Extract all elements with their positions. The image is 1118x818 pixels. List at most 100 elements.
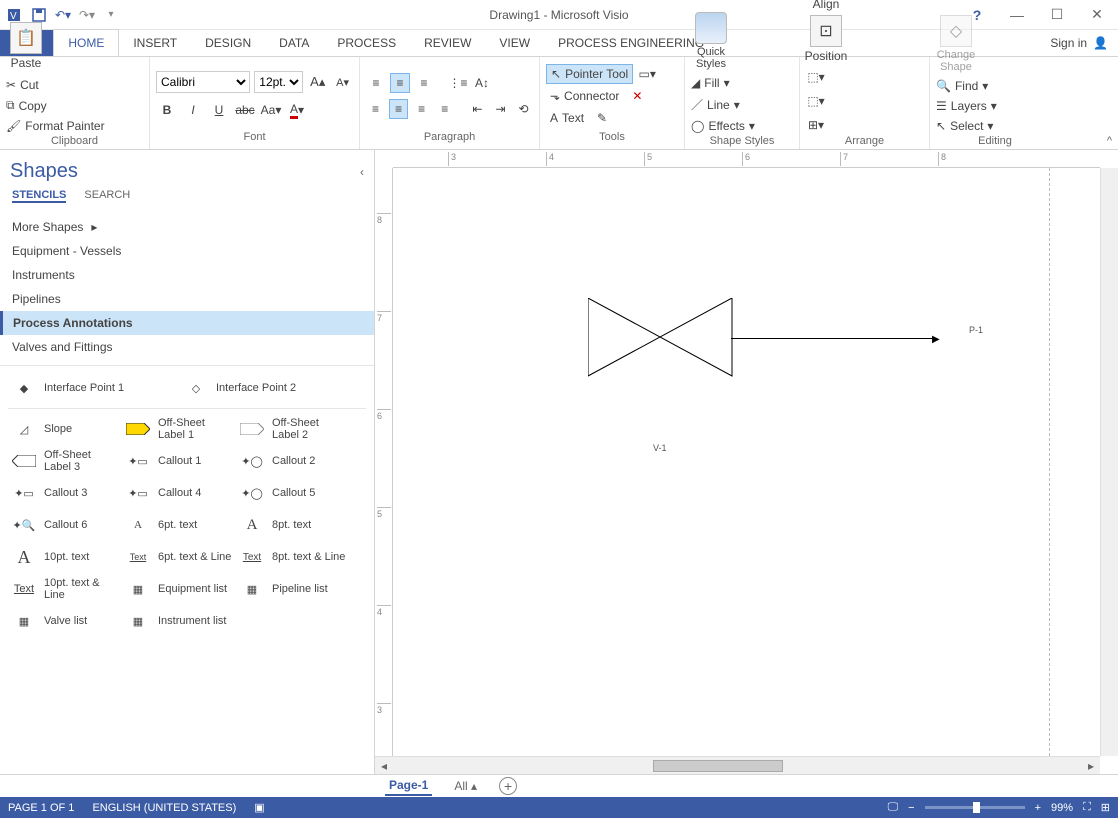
- tab-review[interactable]: REVIEW: [410, 30, 485, 56]
- page-tab-1[interactable]: Page-1: [385, 776, 432, 796]
- group-button[interactable]: ⊞▾: [806, 115, 826, 135]
- shape-callout-5[interactable]: ✦◯Callout 5: [236, 477, 350, 509]
- macro-recorder-icon[interactable]: ▣: [254, 801, 264, 814]
- italic-button[interactable]: I: [182, 99, 204, 121]
- valve-shape[interactable]: [588, 298, 733, 378]
- bring-front-button[interactable]: ⬚▾: [806, 67, 826, 87]
- shape-interface-point-1[interactable]: ◆Interface Point 1: [8, 372, 180, 404]
- shape-slope[interactable]: ◿Slope: [8, 413, 122, 445]
- scroll-left-button[interactable]: ◂: [375, 759, 393, 773]
- stencil-process-annotations[interactable]: Process Annotations: [0, 311, 374, 335]
- shape-pipeline-list[interactable]: ▦Pipeline list: [236, 573, 350, 605]
- quick-styles-button[interactable]: Quick Styles: [691, 12, 731, 70]
- font-color-button[interactable]: A▾: [286, 99, 308, 121]
- connection-point-button[interactable]: ✕: [627, 86, 647, 106]
- tab-view[interactable]: VIEW: [485, 30, 544, 56]
- tab-design[interactable]: DESIGN: [191, 30, 265, 56]
- save-icon[interactable]: [30, 6, 48, 24]
- fit-page-icon[interactable]: ⛶: [1083, 801, 1091, 814]
- shape-callout-1[interactable]: ✦▭Callout 1: [122, 445, 236, 477]
- shape-interface-point-2[interactable]: ◇Interface Point 2: [180, 372, 352, 404]
- shrink-font-button[interactable]: A▾: [332, 71, 353, 93]
- change-shape-button[interactable]: ◇Change Shape: [936, 15, 976, 73]
- stencil-equipment-vessels[interactable]: Equipment - Vessels: [12, 239, 362, 263]
- shape-callout-3[interactable]: ✦▭Callout 3: [8, 477, 122, 509]
- shape-callout-6[interactable]: ✦🔍Callout 6: [8, 509, 122, 541]
- fill-button[interactable]: ◢Fill▾: [691, 74, 755, 92]
- scroll-right-button[interactable]: ▸: [1082, 759, 1100, 773]
- underline-button[interactable]: U: [208, 99, 230, 121]
- zoom-level[interactable]: 99%: [1051, 802, 1073, 814]
- presentation-mode-icon[interactable]: 🖵: [888, 801, 899, 814]
- align-left-button[interactable]: ≡: [366, 99, 385, 119]
- align-justify-button[interactable]: ≡: [435, 99, 454, 119]
- shape-offsheet-label-2[interactable]: Off-Sheet Label 2: [236, 413, 350, 445]
- shape-valve-list[interactable]: ▦Valve list: [8, 605, 122, 637]
- shape-equipment-list[interactable]: ▦Equipment list: [122, 573, 236, 605]
- pipe-connector[interactable]: [731, 338, 936, 339]
- horizontal-scrollbar[interactable]: ◂ ▸: [375, 756, 1100, 774]
- copy-button[interactable]: ⧉Copy: [6, 96, 105, 115]
- shape-6pt-text[interactable]: A6pt. text: [122, 509, 236, 541]
- line-button[interactable]: ／Line▾: [691, 94, 755, 115]
- shapes-collapse-button[interactable]: ‹: [360, 165, 364, 179]
- text-tool-button[interactable]: AText: [546, 109, 588, 127]
- freeform-tool-button[interactable]: ✎: [592, 108, 612, 128]
- rotate-text-button[interactable]: ⟲: [514, 99, 533, 119]
- shape-6pt-text-line[interactable]: Text6pt. text & Line: [122, 541, 236, 573]
- undo-icon[interactable]: ↶▾: [54, 6, 72, 24]
- rectangle-tool-button[interactable]: ▭▾: [637, 64, 657, 84]
- send-back-button[interactable]: ⬚▾: [806, 91, 826, 111]
- page-tab-all[interactable]: All ▴: [450, 777, 481, 795]
- text-direction-button[interactable]: A↕: [472, 73, 492, 93]
- decrease-indent-button[interactable]: ⇤: [468, 99, 487, 119]
- font-size-combo[interactable]: 12pt.: [254, 71, 303, 93]
- drawing-canvas[interactable]: V-1 ▶ P-1: [393, 168, 1100, 756]
- cut-button[interactable]: ✂Cut: [6, 76, 105, 94]
- change-case-button[interactable]: Aa▾: [260, 99, 282, 121]
- align-bottom-button[interactable]: ≡: [414, 73, 434, 93]
- increase-indent-button[interactable]: ⇥: [491, 99, 510, 119]
- select-button[interactable]: ↖Select▾: [936, 117, 997, 135]
- align-right-button[interactable]: ≡: [412, 99, 431, 119]
- collapse-ribbon-button[interactable]: ^: [1107, 135, 1112, 147]
- effects-button[interactable]: ◯Effects▾: [691, 117, 755, 135]
- more-shapes-item[interactable]: More Shapes▸: [12, 215, 362, 239]
- tab-process[interactable]: PROCESS: [323, 30, 410, 56]
- redo-icon[interactable]: ↷▾: [78, 6, 96, 24]
- shape-8pt-text[interactable]: A8pt. text: [236, 509, 350, 541]
- add-page-button[interactable]: +: [499, 777, 517, 795]
- stencil-valves-fittings[interactable]: Valves and Fittings: [12, 335, 362, 359]
- zoom-out-button[interactable]: −: [908, 802, 914, 814]
- bold-button[interactable]: B: [156, 99, 178, 121]
- zoom-slider[interactable]: [925, 806, 1025, 809]
- zoom-in-button[interactable]: +: [1035, 802, 1041, 814]
- paste-button[interactable]: 📋 Paste: [6, 22, 46, 70]
- find-button[interactable]: 🔍Find▾: [936, 77, 997, 95]
- search-tab[interactable]: SEARCH: [84, 189, 130, 203]
- font-name-combo[interactable]: Calibri: [156, 71, 250, 93]
- format-painter-button[interactable]: 🖌Format Painter: [6, 117, 105, 135]
- qat-customize-icon[interactable]: ▾: [102, 6, 120, 24]
- pointer-tool-button[interactable]: ↖Pointer Tool: [546, 64, 633, 84]
- stencils-tab[interactable]: STENCILS: [12, 189, 66, 203]
- stencil-pipelines[interactable]: Pipelines: [12, 287, 362, 311]
- close-button[interactable]: ✕: [1082, 5, 1112, 25]
- shape-instrument-list[interactable]: ▦Instrument list: [122, 605, 236, 637]
- stencil-instruments[interactable]: Instruments: [12, 263, 362, 287]
- shape-10pt-text-line[interactable]: Text10pt. text & Line: [8, 573, 122, 605]
- shape-10pt-text[interactable]: A10pt. text: [8, 541, 122, 573]
- switch-windows-icon[interactable]: ⊞: [1101, 801, 1110, 814]
- status-language[interactable]: ENGLISH (UNITED STATES): [92, 802, 236, 814]
- shape-8pt-text-line[interactable]: Text8pt. text & Line: [236, 541, 350, 573]
- bullets-button[interactable]: ⋮≡: [448, 73, 468, 93]
- shape-offsheet-label-1[interactable]: Off-Sheet Label 1: [122, 413, 236, 445]
- grow-font-button[interactable]: A▴: [307, 71, 328, 93]
- connector-tool-button[interactable]: ⬎Connector: [546, 87, 623, 105]
- align-middle-button[interactable]: ≡: [390, 73, 410, 93]
- shape-callout-2[interactable]: ✦◯Callout 2: [236, 445, 350, 477]
- tab-data[interactable]: DATA: [265, 30, 323, 56]
- strikethrough-button[interactable]: abc: [234, 99, 256, 121]
- vertical-scrollbar[interactable]: [1100, 168, 1118, 756]
- shape-offsheet-label-3[interactable]: Off-Sheet Label 3: [8, 445, 122, 477]
